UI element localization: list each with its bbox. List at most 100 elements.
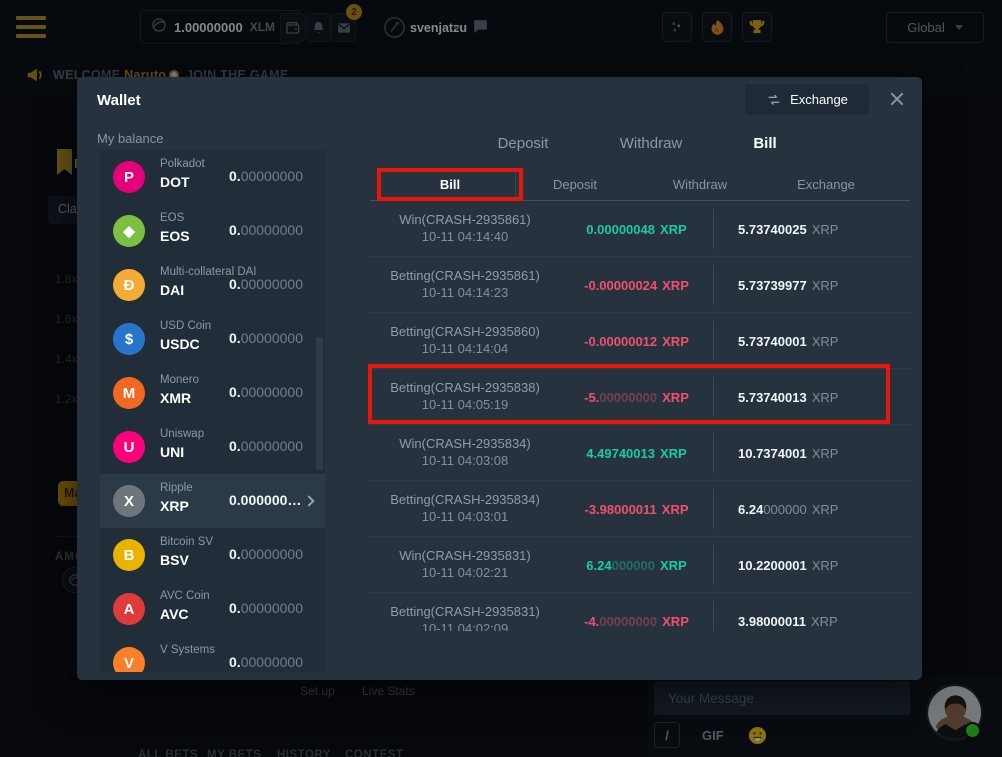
tx-amount: -0.00000024XRP — [560, 257, 713, 313]
coin-name: Polkadot — [160, 158, 205, 170]
coin-row-eos[interactable]: ◆ EOS EOS 0.00000000 — [100, 204, 325, 258]
tx-time: 10-11 04:02:21 — [370, 565, 560, 580]
coin-ticker: DOT — [160, 174, 190, 190]
coin-balance: 0.00000000 — [229, 654, 303, 670]
coin-ticker: AVC — [160, 606, 189, 622]
ripple-icon: X — [113, 485, 145, 517]
column-bill[interactable]: Bill — [440, 177, 460, 192]
tx-label: Win(CRASH-2935834) — [370, 436, 560, 451]
tx-balance: 5.73739977XRP — [713, 257, 910, 313]
coin-ticker: USDC — [160, 336, 200, 352]
tx-balance: 10.2200001XRP — [713, 537, 910, 593]
screen: 1.00000000 XLM 2 svenjatzu B — [0, 0, 1002, 757]
tx-balance: 3.98000011XRP — [713, 593, 910, 631]
table-row: Betting(CRASH-2935861) 10-11 04:14:23 -0.… — [370, 257, 910, 313]
tx-time: 10-11 04:14:04 — [370, 341, 560, 356]
tx-time: 10-11 04:05:19 — [370, 397, 560, 412]
tx-amount: -5.00000000XRP — [560, 369, 713, 425]
coin-row-usdc[interactable]: $ USD Coin USDC 0.00000000 — [100, 312, 325, 366]
tab-deposit[interactable]: Deposit — [498, 135, 549, 152]
tx-label: Win(CRASH-2935831) — [370, 548, 560, 563]
exchange-button-label: Exchange — [790, 92, 848, 107]
tx-balance: 5.73740025XRP — [713, 201, 910, 257]
coin-ticker: BSV — [160, 552, 189, 568]
table-row: Win(CRASH-2935861) 10-11 04:14:40 0.00000… — [370, 201, 910, 257]
tx-balance: 6.24000000XRP — [713, 481, 910, 537]
table-row: Betting(CRASH-2935834)10-11 04:03:01 -3.… — [370, 481, 910, 537]
tx-amount: 6.24000000XRP — [560, 537, 713, 593]
tx-amount: -3.98000011XRP — [560, 481, 713, 537]
coin-list: P Polkadot DOT 0.00000000 ◆ EOS EOS 0.00… — [100, 150, 325, 672]
vsystems-icon: V — [113, 647, 145, 672]
coin-balance: 0.00000000 — [229, 222, 303, 238]
coin-row-dot[interactable]: P Polkadot DOT 0.00000000 — [100, 150, 325, 204]
coin-ticker: XRP — [160, 498, 189, 514]
coin-ticker: EOS — [160, 228, 190, 244]
tx-time: 10-11 04:03:01 — [370, 509, 560, 524]
tx-label: Betting(CRASH-2935838) — [370, 380, 560, 395]
dai-icon: Ð — [113, 269, 145, 301]
bill-table: Win(CRASH-2935861) 10-11 04:14:40 0.00000… — [370, 201, 910, 631]
coin-list-scrollbar[interactable] — [316, 337, 323, 470]
coin-balance: 0.00000000 — [229, 438, 303, 454]
coin-name: Monero — [160, 374, 199, 386]
tx-label: Betting(CRASH-2935860) — [370, 324, 560, 339]
eos-icon: ◆ — [113, 215, 145, 247]
column-separator — [515, 172, 516, 199]
monero-icon: M — [113, 377, 145, 409]
coin-name: AVC Coin — [160, 590, 210, 602]
tx-time: 10-11 04:14:40 — [370, 229, 560, 244]
avc-icon: A — [113, 593, 145, 625]
coin-balance: 0.00000000 — [229, 546, 303, 562]
coin-row-uni[interactable]: U Uniswap UNI 0.00000000 — [100, 420, 325, 474]
coin-ticker: XMR — [160, 390, 191, 406]
coin-row-avc[interactable]: A AVC Coin AVC 0.00000000 — [100, 582, 325, 636]
coin-row-bsv[interactable]: B Bitcoin SV BSV 0.00000000 — [100, 528, 325, 582]
usdc-icon: $ — [113, 323, 145, 355]
table-row: Win(CRASH-2935834)10-11 04:03:08 4.49740… — [370, 425, 910, 481]
column-exchange[interactable]: Exchange — [797, 177, 855, 192]
tx-balance: 5.73740013XRP — [713, 369, 910, 425]
uniswap-icon: U — [113, 431, 145, 463]
tx-balance: 10.7374001XRP — [713, 425, 910, 481]
table-row: Betting(CRASH-2935831) 10-11 04:02:09 -4.… — [370, 593, 910, 631]
coin-name: Bitcoin SV — [160, 536, 213, 548]
tab-bill[interactable]: Bill — [753, 135, 776, 152]
close-icon[interactable] — [889, 91, 905, 107]
coin-name: USD Coin — [160, 320, 211, 332]
tx-amount: -4.00000000XRP — [560, 593, 713, 631]
tx-label: Betting(CRASH-2935831) — [370, 604, 560, 619]
my-balance-label: My balance — [97, 131, 163, 146]
coin-row-xmr[interactable]: M Monero XMR 0.00000000 — [100, 366, 325, 420]
coin-name: EOS — [160, 212, 184, 224]
table-row: Betting(CRASH-2935860) 10-11 04:14:04 -0.… — [370, 313, 910, 369]
tx-label: Win(CRASH-2935861) — [370, 212, 560, 227]
column-withdraw[interactable]: Withdraw — [673, 177, 727, 192]
tx-amount: 4.49740013XRP — [560, 425, 713, 481]
coin-name: V Systems — [160, 644, 215, 656]
tab-withdraw[interactable]: Withdraw — [620, 135, 683, 152]
bitcoinsv-icon: B — [113, 539, 145, 571]
tx-time: 10-11 04:14:23 — [370, 285, 560, 300]
tx-balance: 5.73740001XRP — [713, 313, 910, 369]
polkadot-icon: P — [113, 161, 145, 193]
column-deposit[interactable]: Deposit — [553, 177, 597, 192]
coin-balance: 0.00000000 — [229, 384, 303, 400]
coin-row-xrp-selected[interactable]: X Ripple XRP 0.000000… — [100, 474, 325, 528]
coin-ticker: UNI — [160, 444, 184, 460]
table-row-highlighted: Betting(CRASH-2935838) 10-11 04:05:19 -5.… — [370, 369, 910, 425]
table-row: Win(CRASH-2935831) 10-11 04:02:21 6.24000… — [370, 537, 910, 593]
coin-row-vsys[interactable]: V V Systems 0.00000000 — [100, 636, 325, 672]
coin-balance: 0.00000000 — [229, 276, 303, 292]
coin-row-dai[interactable]: Ð Multi-collateral DAI DAI 0.00000000 — [100, 258, 325, 312]
tx-amount: -0.00000012XRP — [560, 313, 713, 369]
tx-time: 10-11 04:02:09 — [370, 621, 560, 631]
coin-balance: 0.000000… — [229, 492, 301, 508]
coin-balance: 0.00000000 — [229, 600, 303, 616]
modal-title: Wallet — [97, 92, 141, 109]
tx-label: Betting(CRASH-2935861) — [370, 268, 560, 283]
exchange-button[interactable]: Exchange — [745, 84, 869, 115]
wallet-modal: Wallet Exchange My balance P Polkadot DO… — [77, 77, 922, 680]
tx-amount: 0.00000048XRP — [560, 201, 713, 257]
swap-arrows-icon — [766, 92, 782, 108]
